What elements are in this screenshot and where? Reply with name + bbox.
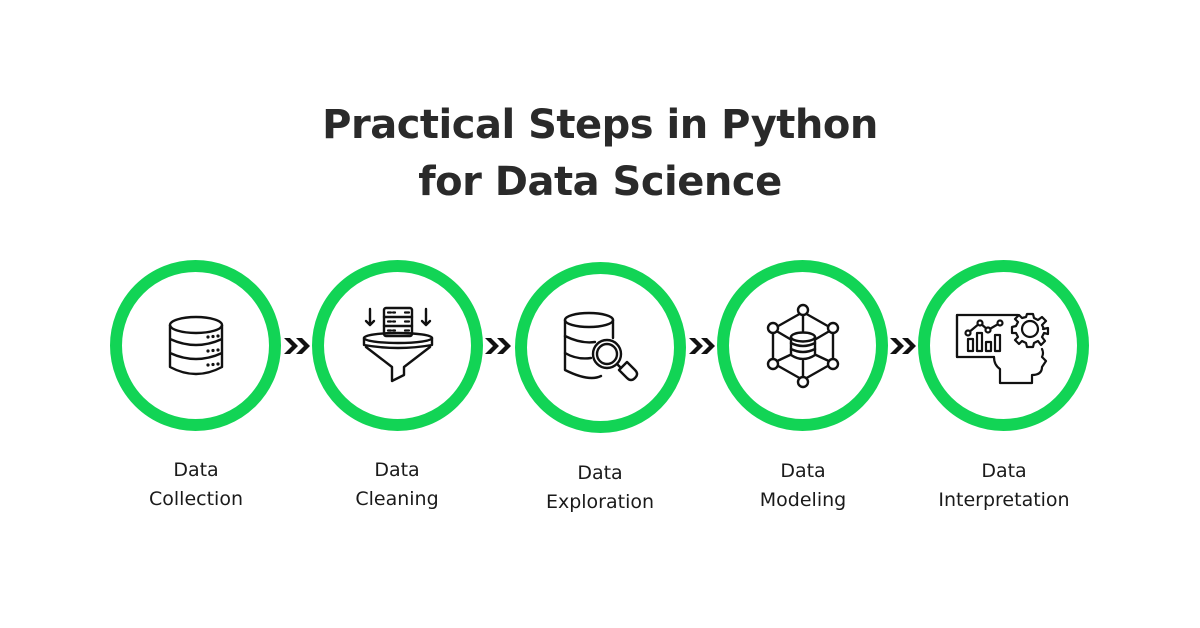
analytics-mind-icon: [955, 312, 1049, 384]
title-line-2: for Data Science: [418, 159, 782, 205]
double-chevron-right-icon: [689, 338, 715, 354]
double-chevron-right-icon: [485, 338, 511, 354]
step-label: Data Exploration: [545, 462, 655, 513]
step-circle: [515, 262, 686, 433]
step-label: Data Interpretation: [938, 460, 1070, 511]
database-search-icon: [563, 311, 638, 381]
double-chevron-right-icon: [284, 338, 310, 354]
double-chevron-right-icon: [890, 338, 916, 354]
step-label: Data Cleaning: [355, 459, 439, 510]
step-circle: [918, 260, 1089, 431]
data-network-model-icon: [766, 303, 839, 388]
step-circle: [110, 260, 281, 431]
page-title: Practical Steps in Python for Data Scien…: [0, 97, 1200, 211]
step-label: Data Modeling: [759, 460, 847, 511]
title-line-1: Practical Steps in Python: [322, 102, 878, 148]
step-circle: [312, 260, 483, 431]
step-circle: [717, 260, 888, 431]
step-label: Data Collection: [149, 459, 243, 510]
database-icon: [168, 315, 223, 375]
data-filter-funnel-icon: [362, 306, 433, 382]
